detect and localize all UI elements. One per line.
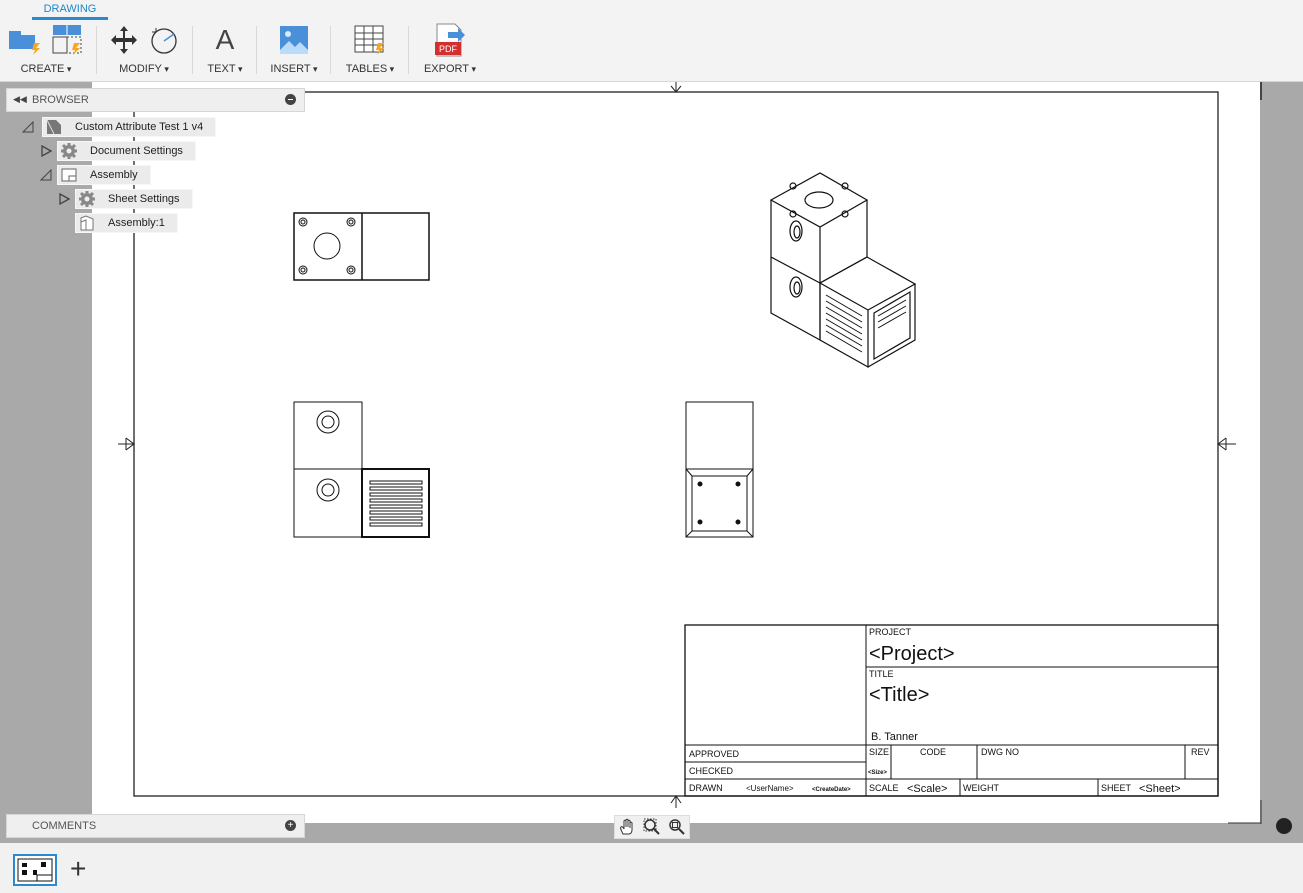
- expanded-triangle-icon[interactable]: [40, 169, 52, 181]
- browser-panel-header[interactable]: ◀◀ BROWSER: [6, 88, 305, 112]
- sheet-value: <Sheet>: [1139, 783, 1181, 795]
- size-value: <Size>: [868, 770, 888, 776]
- author-value: B. Tanner: [871, 731, 918, 743]
- pan-icon[interactable]: [618, 818, 636, 836]
- front-view[interactable]: [293, 401, 430, 538]
- sheet-icon: [61, 168, 77, 182]
- tree-item-root[interactable]: Custom Attribute Test 1 v4: [22, 117, 217, 137]
- scale-value: <Scale>: [907, 783, 947, 795]
- size-label: SIZE: [869, 747, 889, 757]
- sheet-border: [133, 91, 1219, 797]
- project-value: <Project>: [869, 643, 955, 665]
- weight-label: WEIGHT: [963, 783, 999, 793]
- tree-item-label: Assembly:1: [108, 217, 165, 229]
- rev-label: REV: [1191, 747, 1210, 757]
- scale-label: SCALE: [869, 783, 899, 793]
- comments-panel-header[interactable]: COMMENTS +: [6, 814, 305, 838]
- tree-item-label: Assembly: [90, 169, 138, 181]
- top-view[interactable]: [293, 212, 430, 281]
- checked-label: CHECKED: [689, 766, 734, 776]
- zoom-fit-icon[interactable]: [668, 818, 686, 836]
- document-icon: [46, 119, 61, 135]
- sheet-tabs-bar: +: [0, 843, 1303, 893]
- code-label: CODE: [920, 747, 946, 757]
- drawn-label: DRAWN: [689, 783, 723, 793]
- zoom-window-icon[interactable]: [643, 818, 661, 836]
- navigation-bar: [614, 815, 690, 839]
- gear-icon: [79, 191, 95, 207]
- sheet-label: SHEET: [1101, 783, 1132, 793]
- project-label: PROJECT: [869, 627, 912, 637]
- drawn-date: <CreateDate>: [812, 787, 851, 793]
- minimize-icon[interactable]: [285, 94, 296, 105]
- tree-item-assembly-view[interactable]: Assembly:1: [75, 213, 178, 233]
- tree-item-label: Document Settings: [90, 145, 183, 157]
- collapse-panel-icon[interactable]: ◀◀: [13, 94, 27, 105]
- isometric-view[interactable]: [769, 172, 917, 369]
- view-icon: [80, 215, 94, 231]
- view-cube-compass-icon[interactable]: [1276, 818, 1292, 834]
- approved-label: APPROVED: [689, 749, 740, 759]
- dwg-no-label: DWG NO: [981, 747, 1019, 757]
- collapsed-triangle-icon[interactable]: [58, 193, 70, 205]
- gear-icon: [61, 143, 77, 159]
- tree-item-label: Custom Attribute Test 1 v4: [75, 121, 204, 133]
- tree-item-assembly[interactable]: Assembly: [40, 165, 151, 185]
- tree-item-label: Sheet Settings: [108, 193, 180, 205]
- expanded-triangle-icon[interactable]: [22, 121, 34, 133]
- drawn-user: <UserName>: [746, 784, 794, 793]
- browser-title: BROWSER: [32, 94, 89, 106]
- comments-title: COMMENTS: [32, 820, 97, 832]
- title-value: <Title>: [869, 684, 929, 706]
- collapsed-triangle-icon[interactable]: [40, 145, 52, 157]
- title-label: TITLE: [869, 669, 894, 679]
- sheet-thumbnail[interactable]: [13, 854, 57, 886]
- tree-item-document-settings[interactable]: Document Settings: [40, 141, 196, 161]
- add-comment-icon[interactable]: +: [285, 820, 296, 831]
- add-sheet-icon[interactable]: +: [70, 855, 86, 883]
- tree-item-sheet-settings[interactable]: Sheet Settings: [58, 189, 193, 209]
- side-view[interactable]: [685, 401, 754, 538]
